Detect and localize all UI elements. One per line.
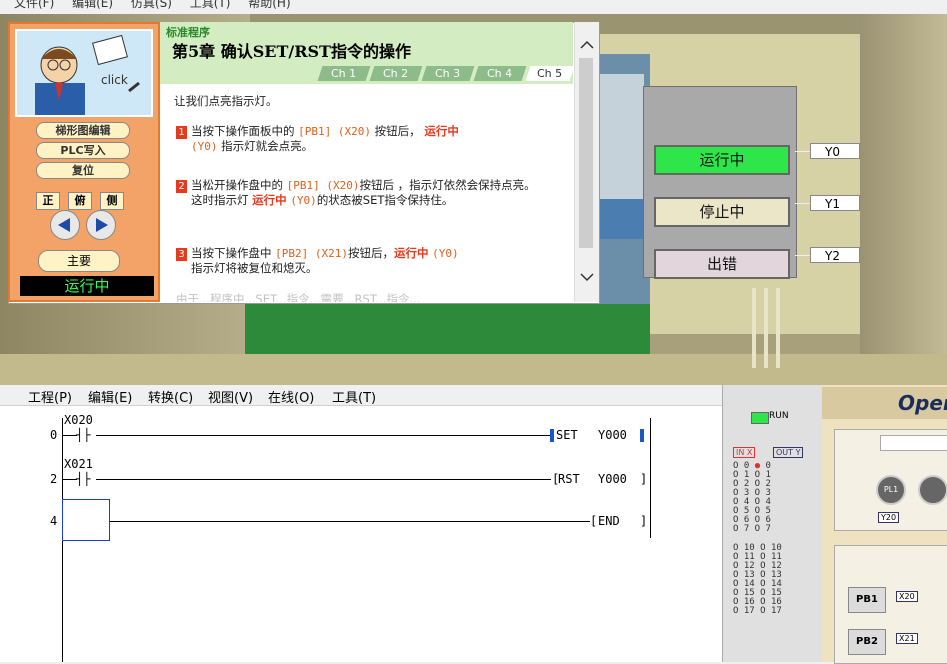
run-status-display: 运行中	[20, 276, 154, 296]
conveyor-illustration	[592, 199, 650, 239]
step-number: 0	[50, 428, 58, 442]
plc-write-button[interactable]: PLC写入	[36, 142, 130, 159]
tab-ch3[interactable]: Ch 3	[421, 66, 475, 81]
bracket: [	[590, 514, 598, 528]
io-list: O 0 ● 0 O 1 O 1 O 2 O 2 O 3 O 3 O 4 O 4 …	[733, 461, 782, 616]
panel-post	[752, 288, 756, 368]
lamp-connector	[795, 151, 810, 152]
step-4-partial: 由于...程序中...SET...指令...需要...RST...指令...	[176, 292, 421, 302]
scroll-thumb	[579, 58, 593, 248]
scroll-up-icon	[580, 40, 594, 49]
operation-title: Oper	[898, 391, 947, 415]
pl2-lamp	[918, 475, 947, 505]
click-hint: click	[101, 73, 128, 87]
lamp-tag-y1: Y1	[810, 195, 860, 211]
cursor-mark	[640, 429, 644, 442]
intro-text: 让我们点亮指示灯。	[174, 94, 278, 108]
run-led	[751, 412, 769, 424]
dev-y000: Y000	[598, 428, 627, 442]
side-view-button[interactable]: 侧	[100, 192, 124, 210]
menu-help[interactable]: 帮助(H)	[248, 0, 290, 10]
scene-right-wall	[860, 14, 947, 385]
main-menu-button[interactable]: 主要	[38, 250, 120, 272]
indicator-panel: 运行中 停止中 出错	[643, 86, 797, 279]
tutor-side-panel: click 梯形图编辑 PLC写入 复位 正 俯 侧 主要 运行中	[8, 22, 160, 302]
menu-edit-ladder[interactable]: 编辑(E)	[88, 387, 132, 406]
instr-end[interactable]: END	[598, 514, 620, 528]
tab-ch2[interactable]: Ch 2	[369, 66, 423, 81]
ladder-cursor[interactable]	[62, 499, 110, 541]
left-arrow-icon	[58, 218, 70, 232]
menu-file[interactable]: 文件(F)	[14, 0, 54, 10]
tab-ch1[interactable]: Ch 1	[317, 66, 371, 81]
teacher-illustration	[35, 34, 140, 115]
front-view-button[interactable]: 正	[36, 192, 60, 210]
lamp-tag-y2: Y2	[810, 247, 860, 263]
chapter-title: 第5章 确认SET/RST指令的操作	[172, 42, 411, 61]
dev-y000: Y000	[598, 472, 627, 486]
teacher-avatar[interactable]: click	[15, 29, 153, 117]
tab-ch5[interactable]: Ch 5	[525, 66, 575, 81]
plc-status-box: RUN IN X OUT Y O 0 ● 0 O 1 O 1 O 2 O 2 O…	[722, 385, 823, 662]
bracket: ]	[640, 472, 648, 486]
pb2-button[interactable]: PB2	[848, 629, 886, 655]
out-y-label: OUT Y	[773, 447, 804, 458]
tutor-scrollbar[interactable]	[574, 22, 599, 302]
lamp-tag-y0: Y0	[810, 143, 860, 159]
right-power-rail	[650, 418, 651, 538]
contact-x021[interactable]: ┤├	[76, 472, 90, 486]
step-number: 4	[50, 514, 58, 528]
step-2: 2 当松开操作盘中的 [PB1] (X20)按钮后 ，指示灯依然会保持点亮。 这时…	[176, 178, 536, 208]
menu-project[interactable]: 工程(P)	[28, 387, 72, 406]
tab-ch4[interactable]: Ch 4	[473, 66, 527, 81]
operation-panel: Oper PL1 Y20 PB1 X20 PB2 X21	[822, 385, 947, 664]
step-number: 2	[50, 472, 58, 486]
top-view-button[interactable]: 俯	[68, 192, 92, 210]
run-label: RUN	[769, 411, 789, 421]
app-menu-bar: 文件(F) 编辑(E) 仿真(S) 工具(T) 帮助(H)	[0, 0, 947, 14]
step-3: 3 当按下操作盘中 [PB2] (X21)按钮后，运行中 (Y0) 指示灯将被复位…	[176, 246, 459, 276]
cursor-mark	[550, 429, 554, 442]
panel-post	[776, 288, 780, 368]
menu-tools[interactable]: 工具(T)	[190, 0, 231, 10]
instr-set[interactable]: SET	[556, 428, 578, 442]
menu-convert[interactable]: 转换(C)	[148, 387, 193, 406]
lamp-stopped: 停止中	[654, 197, 790, 227]
scroll-down-icon	[580, 273, 594, 282]
contact-label-x021: X021	[64, 457, 93, 471]
instr-rst[interactable]: RST	[558, 472, 580, 486]
pb1-button[interactable]: PB1	[848, 587, 886, 613]
lamp-connector	[795, 203, 810, 204]
menu-view[interactable]: 视图(V)	[208, 387, 253, 406]
contact-label-x020: X020	[64, 413, 93, 427]
lamp-connector	[795, 255, 810, 256]
scroll-arrows	[579, 40, 594, 282]
contact-x020[interactable]: ┤├	[76, 428, 90, 442]
ladder-edit-button[interactable]: 梯形图编辑	[36, 122, 130, 139]
lamp-running: 运行中	[654, 145, 790, 175]
reset-button[interactable]: 复位	[36, 162, 130, 179]
prev-button[interactable]	[50, 210, 80, 240]
menu-online[interactable]: 在线(O)	[268, 387, 314, 406]
menu-tools-ladder[interactable]: 工具(T)	[332, 387, 376, 406]
lamp-error: 出错	[654, 249, 790, 279]
lamp-section-label	[880, 435, 947, 451]
ladder-menu-bar: 工程(P) 编辑(E) 转换(C) 视图(V) 在线(O) 工具(T)	[0, 385, 722, 406]
pl1-lamp: PL1	[876, 475, 906, 505]
scene-floor-edge	[0, 354, 947, 385]
right-arrow-icon	[96, 218, 108, 232]
in-x-label: IN X	[733, 447, 756, 458]
menu-edit[interactable]: 编辑(E)	[72, 0, 113, 10]
menu-sim[interactable]: 仿真(S)	[131, 0, 172, 10]
tutor-body: 让我们点亮指示灯。 1 当按下操作面板中的 [PB1] (X20) 按钮后， 运行…	[160, 84, 573, 302]
next-button[interactable]	[86, 210, 116, 240]
bracket: ]	[640, 514, 648, 528]
panel-post	[764, 288, 768, 368]
tutor-header: 标准程序 第5章 确认SET/RST指令的操作 Ch 1 Ch 2 Ch 3 C…	[160, 22, 575, 84]
y20-label: Y20	[878, 512, 900, 523]
step-1: 1 当按下操作面板中的 [PB1] (X20) 按钮后， 运行中 (Y0) 指示灯…	[176, 124, 459, 154]
x21-label: X21	[896, 633, 918, 644]
x20-label: X20	[896, 591, 918, 602]
